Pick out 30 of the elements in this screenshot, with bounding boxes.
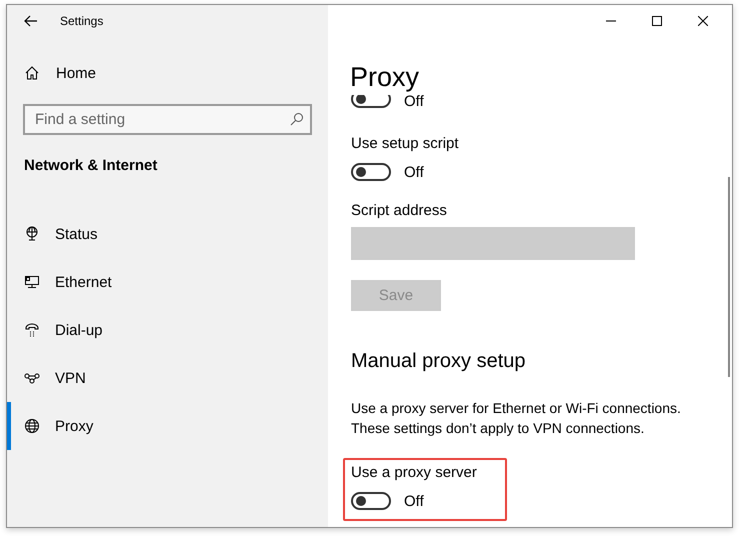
page-title: Proxy: [350, 61, 420, 93]
search-icon[interactable]: [290, 112, 304, 126]
sidebar-item[interactable]: Dial-up: [7, 306, 328, 354]
toggle-state-label: Off: [404, 92, 424, 110]
window-title: Settings: [60, 14, 104, 28]
field-label: Script address: [351, 202, 448, 219]
sidebar-item[interactable]: Ethernet: [7, 258, 328, 306]
maximize-icon[interactable]: [652, 16, 662, 26]
toggle-switch[interactable]: [351, 94, 391, 108]
scrollbar[interactable]: [728, 177, 730, 377]
sidebar-item[interactable]: Status: [7, 210, 328, 258]
section-heading: Manual proxy setup: [351, 350, 527, 373]
close-icon[interactable]: [698, 16, 708, 26]
description-text: Use a proxy server for Ethernet or Wi-Fi connections. These settings don’t apply to VPN connections.: [351, 399, 682, 438]
phone-icon: [24, 322, 40, 338]
home-link[interactable]: Home: [56, 64, 96, 82]
setting-label: Use setup script: [351, 135, 460, 152]
toggle-state-label: Off: [404, 164, 424, 180]
globe-monitor-icon: [24, 226, 40, 242]
sidebar-item[interactable]: VPN: [7, 354, 328, 402]
toggle-state-label: Off: [404, 492, 424, 510]
back-arrow-icon[interactable]: [24, 15, 38, 27]
globe-icon: [24, 418, 40, 434]
setting-label: Use a proxy server: [351, 464, 477, 481]
toggle-switch[interactable]: [351, 163, 391, 181]
home-icon[interactable]: [24, 65, 40, 81]
section-title: Network & Internet: [24, 157, 158, 174]
toggle-switch[interactable]: [351, 492, 391, 510]
search-field[interactable]: Find a setting: [23, 104, 312, 135]
ethernet-icon: [24, 274, 40, 290]
